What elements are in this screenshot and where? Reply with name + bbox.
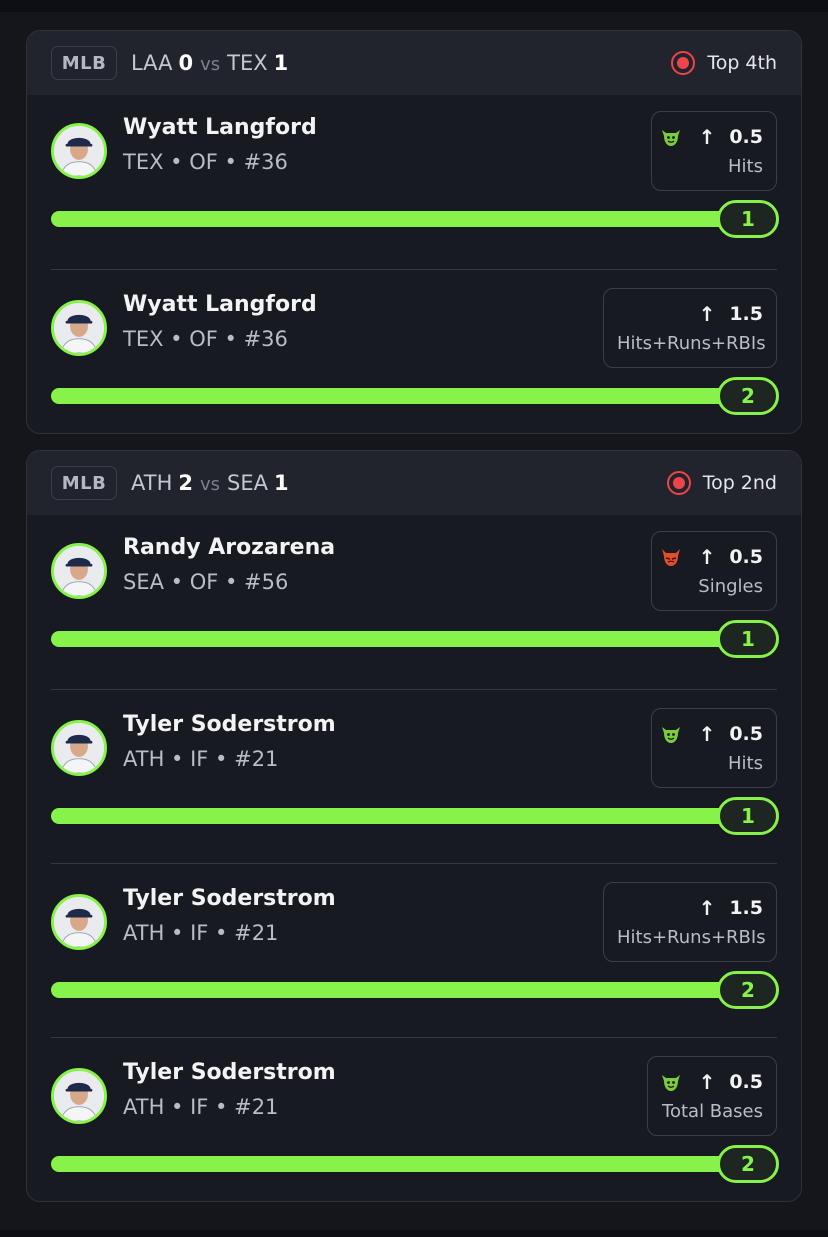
- live-icon: [666, 471, 691, 495]
- pick-row[interactable]: Tyler Soderstrom ATH • IF • #21 ↑ 1.5 Hits+R…: [51, 863, 779, 1037]
- arrow-up-icon: ↑: [698, 125, 716, 149]
- home-score: 1: [273, 471, 289, 495]
- stat-type: Total Bases: [662, 1101, 763, 1122]
- player-name: Randy Arozarena: [123, 535, 336, 560]
- progress-bar: 2: [51, 971, 779, 1009]
- league-badge: MLB: [51, 46, 117, 80]
- progress-fill: [51, 211, 777, 227]
- progress-bar: 2: [51, 377, 779, 415]
- home-team: SEA: [227, 471, 268, 495]
- pick-row[interactable]: Wyatt Langford TEX • OF • #36 ↑ 1.5 Hits+Run…: [51, 269, 779, 433]
- arrow-up-icon: ↑: [698, 302, 716, 326]
- current-stat-value: 2: [717, 1145, 779, 1183]
- player-meta: TEX • OF • #36: [123, 150, 288, 174]
- current-stat-value: 2: [717, 377, 779, 415]
- away-score: 0: [178, 51, 194, 75]
- player-meta: SEA • OF • #56: [123, 570, 289, 594]
- player-avatar: [51, 1068, 107, 1124]
- arrow-up-icon: ↑: [698, 545, 716, 569]
- player-name: Wyatt Langford: [123, 115, 317, 140]
- projection-box[interactable]: ↑ 0.5 Hits: [651, 708, 777, 788]
- progress-fill: [51, 982, 777, 998]
- pick-row[interactable]: Tyler Soderstrom ATH • IF • #21 ↑ 0.5 Hits 1: [51, 689, 779, 863]
- progress-bar: 1: [51, 797, 779, 835]
- player-avatar: [51, 123, 107, 179]
- projection-line: 0.5: [729, 126, 763, 148]
- player-name: Tyler Soderstrom: [123, 712, 336, 737]
- player-meta: ATH • IF • #21: [123, 1095, 279, 1119]
- scoreline: ATH 2 vs SEA 1: [131, 471, 289, 495]
- player-avatar: [51, 543, 107, 599]
- inning-label: Top 4th: [707, 52, 777, 74]
- stat-type: Hits+Runs+RBIs: [617, 333, 766, 354]
- progress-bar: 2: [51, 1145, 779, 1183]
- home-team: TEX: [227, 51, 268, 75]
- demon-icon: [659, 545, 691, 569]
- projection-line: 0.5: [729, 546, 763, 568]
- away-score: 2: [178, 471, 193, 495]
- projection-line: 1.5: [729, 303, 763, 325]
- bottom-edge: [0, 1230, 828, 1237]
- stat-type: Hits+Runs+RBIs: [617, 927, 766, 948]
- pick-row[interactable]: Tyler Soderstrom ATH • IF • #21 ↑ 0.5 Total …: [51, 1037, 779, 1201]
- progress-bar: 1: [51, 620, 779, 658]
- player-name: Tyler Soderstrom: [123, 1060, 336, 1085]
- progress-fill: [51, 631, 777, 647]
- league-badge: MLB: [51, 466, 117, 500]
- away-team: ATH: [131, 471, 173, 495]
- current-stat-value: 1: [717, 797, 779, 835]
- projection-box[interactable]: ↑ 0.5 Hits: [651, 111, 777, 191]
- game-card[interactable]: MLB LAA 0 vs TEX 1 Top 4th Wyatt Langfor…: [26, 30, 802, 434]
- player-avatar: [51, 720, 107, 776]
- goblin-icon: [659, 1070, 691, 1094]
- projection-box[interactable]: ↑ 1.5 Hits+Runs+RBIs: [603, 882, 777, 962]
- progress-fill: [51, 808, 777, 824]
- current-stat-value: 1: [717, 620, 779, 658]
- stat-type: Singles: [698, 576, 763, 597]
- game-status: Top 4th: [671, 31, 777, 95]
- versus-label: vs: [199, 474, 221, 495]
- current-stat-value: 1: [717, 200, 779, 238]
- away-team: LAA: [131, 51, 173, 75]
- game-status: Top 2nd: [666, 451, 777, 515]
- progress-fill: [51, 1156, 777, 1172]
- stat-type: Hits: [728, 156, 763, 177]
- arrow-up-icon: ↑: [698, 722, 716, 746]
- scoreline: LAA 0 vs TEX 1: [131, 51, 288, 75]
- top-edge: [0, 0, 828, 12]
- goblin-icon: [659, 125, 691, 149]
- inning-label: Top 2nd: [702, 472, 777, 494]
- game-card[interactable]: MLB ATH 2 vs SEA 1 Top 2nd Randy Arozare…: [26, 450, 802, 1202]
- goblin-icon: [659, 722, 691, 746]
- arrow-up-icon: ↑: [698, 896, 716, 920]
- player-meta: ATH • IF • #21: [123, 921, 279, 945]
- player-meta: ATH • IF • #21: [123, 747, 279, 771]
- projection-line: 1.5: [729, 897, 763, 919]
- projection-line: 0.5: [729, 1071, 763, 1093]
- pick-row[interactable]: Wyatt Langford TEX • OF • #36 ↑ 0.5 Hits 1: [51, 95, 779, 269]
- projection-line: 0.5: [729, 723, 763, 745]
- projection-box[interactable]: ↑ 1.5 Hits+Runs+RBIs: [603, 288, 777, 368]
- game-header: MLB LAA 0 vs TEX 1 Top 4th: [27, 31, 801, 95]
- player-name: Tyler Soderstrom: [123, 886, 336, 911]
- versus-label: vs: [200, 54, 221, 75]
- game-header: MLB ATH 2 vs SEA 1 Top 2nd: [27, 451, 801, 515]
- player-meta: TEX • OF • #36: [123, 327, 288, 351]
- arrow-up-icon: ↑: [698, 1070, 716, 1094]
- progress-bar: 1: [51, 200, 779, 238]
- home-score: 1: [273, 51, 289, 75]
- projection-box[interactable]: ↑ 0.5 Total Bases: [647, 1056, 777, 1136]
- pick-row[interactable]: Randy Arozarena SEA • OF • #56 ↑ 0.5 Singles…: [51, 515, 779, 689]
- current-stat-value: 2: [717, 971, 779, 1009]
- progress-fill: [51, 388, 777, 404]
- stat-type: Hits: [728, 753, 763, 774]
- player-avatar: [51, 300, 107, 356]
- player-name: Wyatt Langford: [123, 292, 317, 317]
- projection-box[interactable]: ↑ 0.5 Singles: [651, 531, 777, 611]
- player-avatar: [51, 894, 107, 950]
- live-icon: [671, 51, 696, 75]
